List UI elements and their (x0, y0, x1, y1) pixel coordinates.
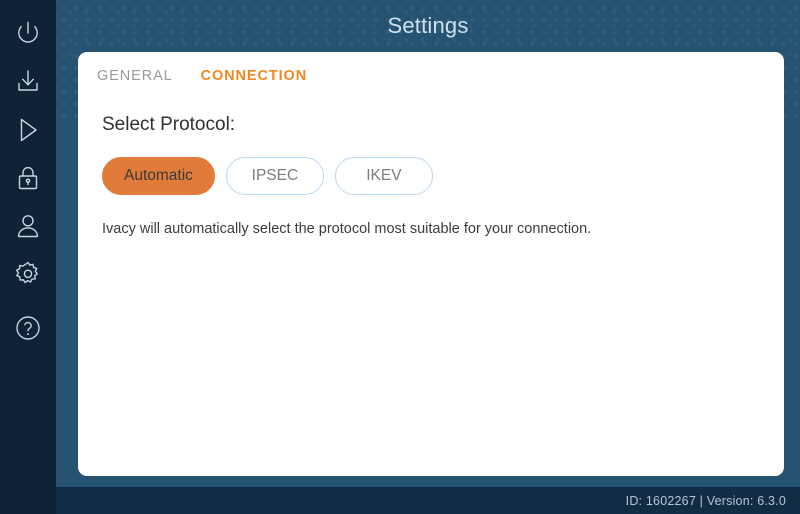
sidebar-item-download[interactable] (0, 58, 56, 106)
protocol-description: Ivacy will automatically select the prot… (102, 221, 592, 237)
sidebar-item-power[interactable] (0, 10, 56, 58)
sidebar-item-account[interactable] (0, 202, 56, 250)
sidebar-item-help[interactable] (0, 304, 56, 352)
protocol-option-group: Automatic IPSEC IKEV (102, 157, 784, 195)
status-bar: ID: 1602267 | Version: 6.3.0 (56, 487, 800, 514)
play-icon (13, 115, 43, 145)
help-icon (13, 313, 43, 343)
status-bar-text: ID: 1602267 | Version: 6.3.0 (625, 493, 786, 508)
protocol-option-ipsec[interactable]: IPSEC (225, 157, 324, 195)
sidebar-item-play[interactable] (0, 106, 56, 154)
tab-connection[interactable]: CONNECTION (199, 64, 309, 88)
card-body: Select Protocol: Automatic IPSEC IKEV Iv… (78, 88, 784, 237)
user-icon (13, 211, 43, 241)
page-title: Settings (387, 13, 469, 38)
settings-card: GENERAL CONNECTION Select Protocol: Auto… (78, 52, 784, 476)
select-protocol-label: Select Protocol: (102, 114, 236, 135)
sidebar (0, 0, 56, 514)
lock-icon (13, 163, 43, 193)
protocol-option-ikev[interactable]: IKEV (334, 157, 433, 195)
sidebar-item-lock[interactable] (0, 154, 56, 202)
settings-window: Settings GENERAL CONNECTION Select Proto… (0, 0, 800, 514)
gear-icon (13, 259, 43, 289)
power-icon (13, 19, 43, 49)
sidebar-item-settings[interactable] (0, 250, 56, 298)
tab-bar: GENERAL CONNECTION (78, 52, 784, 88)
protocol-option-automatic[interactable]: Automatic (102, 157, 215, 195)
download-icon (13, 67, 43, 97)
tab-general[interactable]: GENERAL (95, 64, 175, 88)
